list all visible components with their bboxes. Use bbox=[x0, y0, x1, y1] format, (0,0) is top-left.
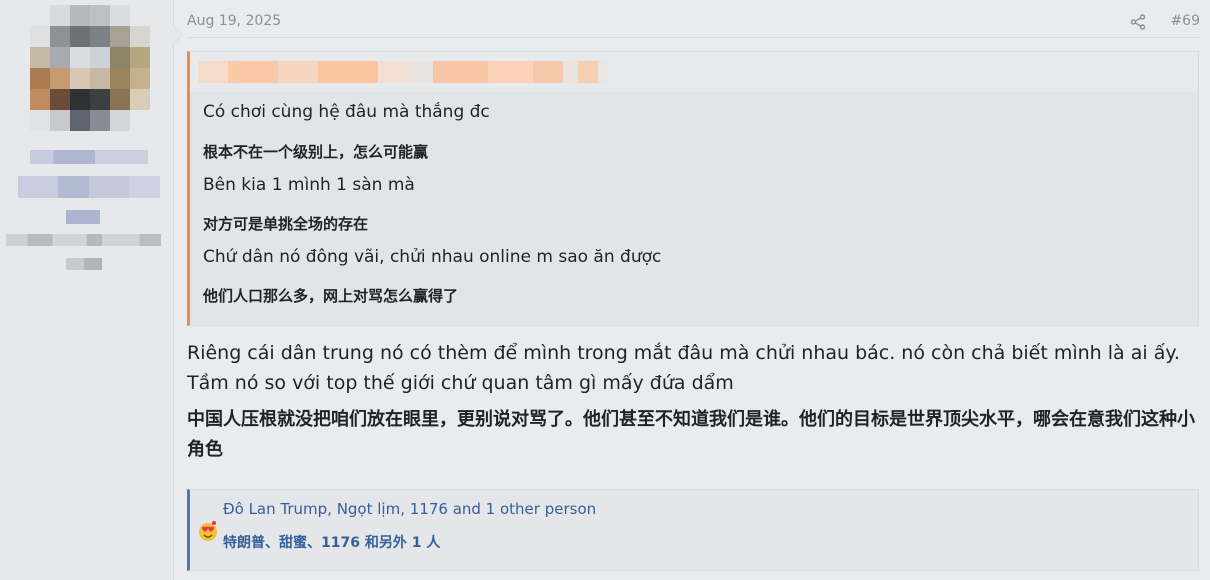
love-face-icon[interactable] bbox=[197, 520, 219, 542]
username-blurred[interactable] bbox=[30, 150, 148, 164]
post-body-vietnamese: Riêng cái dân trung nó có thèm để mình t… bbox=[187, 342, 1180, 394]
quote-block: Có chơi cùng hệ đâu mà thắng đc 根本不在一个级别… bbox=[187, 51, 1199, 326]
quote-line: 根本不在一个级别上，怎么可能赢 bbox=[203, 143, 429, 161]
share-icon[interactable] bbox=[1130, 14, 1146, 30]
reactions-bar: Đô Lan Trump, Ngọt lịm, 1176 and 1 other… bbox=[187, 489, 1199, 571]
quote-line: Bên kia 1 mình 1 sàn mà bbox=[203, 175, 415, 195]
user-stat-blurred bbox=[6, 234, 161, 246]
quote-line: Chứ dân nó đông vãi, chửi nhau online m … bbox=[203, 247, 662, 267]
reactions-list-translation[interactable]: 特朗普、甜蜜、1176 和另外 1 人 bbox=[223, 532, 440, 552]
post-body-chinese: 中国人压根就没把咱们放在眼里，更别说对骂了。他们甚至不知道我们是谁。他们的目标是… bbox=[187, 409, 1195, 460]
user-stat-blurred bbox=[66, 258, 102, 270]
post-number-link[interactable]: #69 bbox=[1170, 13, 1200, 29]
quote-line: 他们人口那么多，网上对骂怎么赢得了 bbox=[203, 287, 459, 305]
quote-line: 对方可是单挑全场的存在 bbox=[203, 215, 369, 233]
user-sidebar bbox=[0, 0, 183, 580]
post-main: Aug 19, 2025 #69 Có chơi cùng hệ đâu mà … bbox=[174, 0, 1210, 580]
user-title-blurred bbox=[18, 176, 160, 198]
avatar[interactable] bbox=[30, 5, 150, 135]
quote-title-bar[interactable] bbox=[190, 52, 1198, 92]
user-stat-blurred bbox=[66, 210, 100, 224]
post-header: Aug 19, 2025 #69 bbox=[187, 10, 1200, 38]
quote-line: Có chơi cùng hệ đâu mà thắng đc bbox=[203, 102, 490, 122]
forum-post: Aug 19, 2025 #69 Có chơi cùng hệ đâu mà … bbox=[0, 0, 1210, 580]
quote-author-blurred[interactable] bbox=[198, 61, 608, 83]
reactions-list-link[interactable]: Đô Lan Trump, Ngọt lịm, 1176 and 1 other… bbox=[223, 500, 596, 518]
post-date[interactable]: Aug 19, 2025 bbox=[187, 13, 281, 29]
